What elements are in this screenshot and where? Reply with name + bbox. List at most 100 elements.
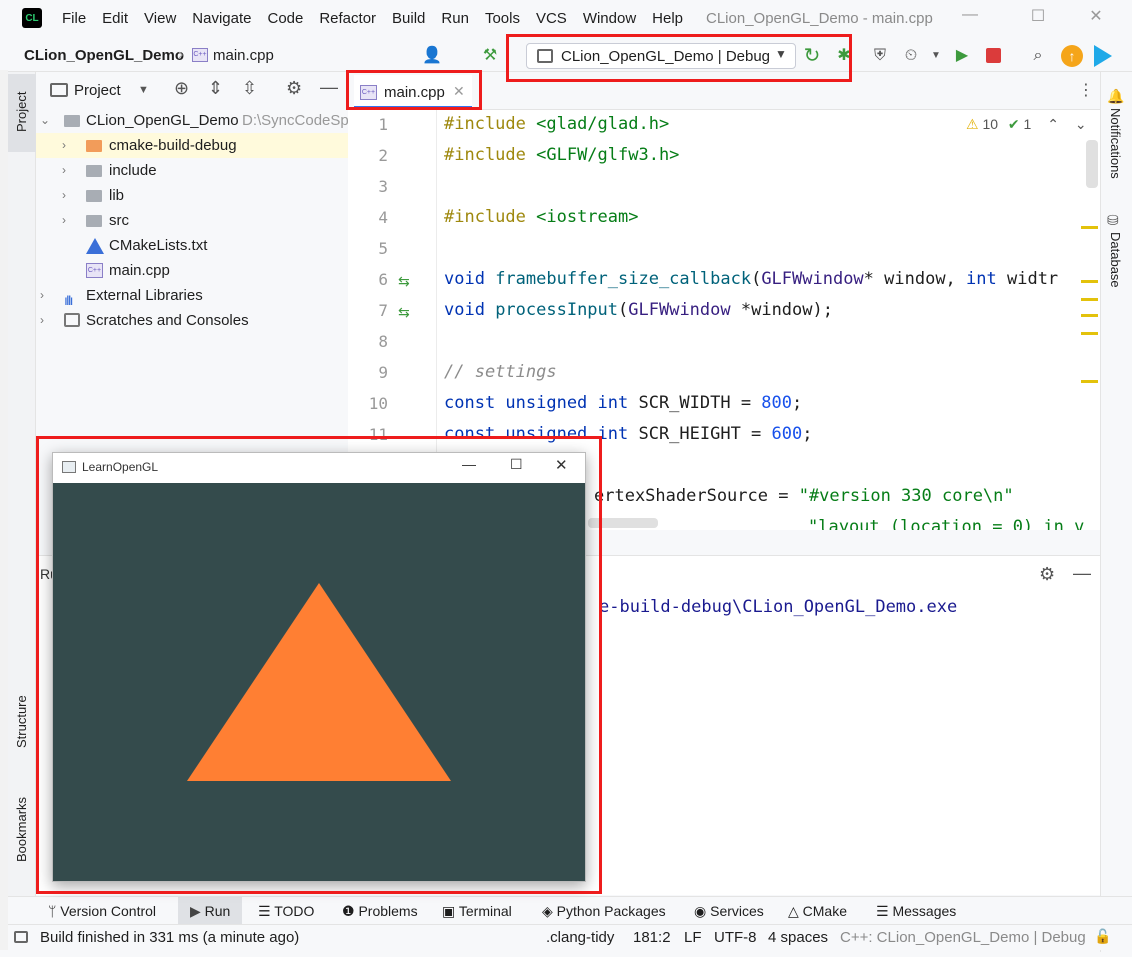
hide-panel-icon[interactable]: — (320, 77, 338, 98)
tab-todo[interactable]: ☰ TODO (258, 903, 314, 920)
tab-problems[interactable]: ❶ Problems (342, 903, 418, 920)
status-encoding[interactable]: UTF-8 (714, 929, 757, 946)
implementation-gutter-icon[interactable]: ⇆ (398, 273, 410, 290)
tree-item-scratches[interactable]: › Scratches and Consoles (36, 308, 348, 333)
chevron-right-icon[interactable]: › (62, 208, 74, 233)
locate-icon[interactable]: ⊕ (174, 78, 189, 99)
run-config-selector[interactable]: CLion_OpenGL_Demo | Debug ▼ (526, 43, 796, 69)
menu-navigate[interactable]: Navigate (192, 10, 259, 27)
implementation-gutter-icon[interactable]: ⇆ (398, 304, 410, 321)
gl-minimize-icon[interactable]: — (462, 456, 476, 472)
menu-edit[interactable]: Edit (102, 10, 136, 27)
structure-tool-label[interactable]: Structure (14, 695, 29, 748)
tree-item-root[interactable]: ⌄ CLion_OpenGL_Demo D:\SyncCodeSp (36, 108, 349, 133)
run-settings-gear-icon[interactable]: ⚙ (1039, 564, 1055, 585)
learnopengl-window[interactable]: LearnOpenGL — ☐ ✕ (52, 452, 586, 882)
project-panel-title[interactable]: Project (74, 82, 121, 99)
warning-marker[interactable] (1081, 380, 1098, 383)
status-line-ending[interactable]: LF (684, 929, 702, 946)
update-icon[interactable]: ↑ (1061, 45, 1083, 67)
rerun-icon[interactable]: ↻ (802, 46, 822, 66)
vertical-scrollbar[interactable] (1086, 140, 1098, 188)
debug-bug-icon[interactable]: ✱ (834, 46, 854, 66)
warning-marker[interactable] (1081, 280, 1098, 283)
menu-code[interactable]: Code (267, 10, 311, 27)
collapse-all-icon[interactable]: ⇳ (242, 78, 257, 99)
tree-item-include[interactable]: › include (36, 158, 348, 183)
warning-marker[interactable] (1081, 314, 1098, 317)
database-tool-label[interactable]: Database (1108, 232, 1123, 288)
notifications-tool-label[interactable]: Notifications (1108, 108, 1123, 179)
gl-close-icon[interactable]: ✕ (555, 456, 568, 474)
warning-marker[interactable] (1081, 332, 1098, 335)
profile-icon[interactable]: ⏲ (901, 46, 921, 66)
status-indent[interactable]: 4 spaces (768, 929, 828, 946)
menu-build[interactable]: Build (392, 10, 433, 27)
menu-window[interactable]: Window (583, 10, 644, 27)
tree-item-cmakelists[interactable]: CMakeLists.txt (36, 233, 348, 258)
menu-vcs[interactable]: VCS (536, 10, 575, 27)
tab-main-cpp[interactable]: C++ main.cpp ✕ (354, 75, 472, 109)
menu-file[interactable]: File (62, 10, 94, 27)
tree-item-main-cpp[interactable]: C++ main.cpp (36, 258, 348, 283)
bookmarks-tool-label[interactable]: Bookmarks (14, 797, 29, 862)
breadcrumb-project[interactable]: CLion_OpenGL_Demo (24, 47, 184, 64)
close-tab-icon[interactable]: ✕ (453, 83, 465, 100)
previous-highlight-icon[interactable]: ⌃ (1047, 116, 1059, 132)
tree-item-src[interactable]: › src (36, 208, 348, 233)
maximize-icon[interactable]: ☐ (1024, 6, 1052, 30)
opengl-canvas[interactable] (53, 483, 585, 881)
tree-item-external-libraries[interactable]: › ıIIı External Libraries (36, 283, 348, 308)
lock-icon[interactable]: 🔓 (1094, 928, 1111, 945)
project-dropdown-icon[interactable]: ▼ (138, 84, 149, 96)
tab-python-packages[interactable]: ◈ Python Packages (542, 903, 666, 920)
user-icon[interactable]: 👤 (422, 46, 442, 66)
search-icon[interactable]: ⌕ (1028, 46, 1048, 66)
chevron-right-icon[interactable]: › (40, 283, 52, 308)
close-icon[interactable]: ✕ (1082, 6, 1110, 30)
chevron-down-icon[interactable]: ⌄ (40, 108, 52, 133)
minimize-icon[interactable]: — (956, 6, 984, 30)
toggle-tool-windows-icon[interactable] (14, 931, 28, 943)
menu-view[interactable]: View (144, 10, 184, 27)
tree-item-cmake-build-debug[interactable]: › cmake-build-debug (36, 133, 348, 158)
menu-help[interactable]: Help (652, 10, 691, 27)
next-highlight-icon[interactable]: ⌄ (1075, 116, 1087, 132)
stop-icon[interactable] (986, 48, 1001, 63)
chevron-right-icon[interactable]: › (62, 158, 74, 183)
jetbrains-toolbox-icon[interactable] (1094, 45, 1112, 67)
more-options-icon[interactable]: ⋮ (1078, 80, 1094, 100)
more-run-dropdown-icon[interactable]: ▼ (926, 46, 946, 66)
tab-messages[interactable]: ☰ Messages (876, 903, 956, 920)
status-caret-position[interactable]: 181:2 (633, 929, 671, 946)
tab-cmake[interactable]: △ CMake (788, 903, 847, 920)
chevron-right-icon[interactable]: › (62, 133, 74, 158)
warning-marker[interactable] (1081, 298, 1098, 301)
bottom-tool-tabs: ᛘ Version Control ▶ Run ☰ TODO ❶ Problem… (8, 896, 1132, 925)
chevron-right-icon[interactable]: › (62, 183, 74, 208)
tree-item-lib[interactable]: › lib (36, 183, 348, 208)
run-hide-icon[interactable]: — (1073, 563, 1091, 584)
menu-run[interactable]: Run (441, 10, 477, 27)
status-linter[interactable]: .clang-tidy (546, 929, 614, 946)
tab-version-control[interactable]: ᛘ Version Control (48, 903, 156, 919)
chevron-right-icon[interactable]: › (40, 308, 52, 333)
settings-gear-icon[interactable]: ⚙ (286, 78, 302, 99)
menu-refactor[interactable]: Refactor (319, 10, 384, 27)
attach-icon[interactable]: ▶ (952, 46, 972, 66)
coverage-icon[interactable]: ⛨ (870, 46, 890, 66)
menu-tools[interactable]: Tools (485, 10, 528, 27)
tab-run[interactable]: ▶ Run (190, 903, 230, 920)
expand-all-icon[interactable]: ⇕ (208, 78, 223, 99)
horizontal-scrollbar[interactable] (588, 518, 658, 528)
build-hammer-icon[interactable]: ⚒ (480, 46, 500, 66)
inspection-widget[interactable]: ⚠ 10 ✔ 1 ⌃ ⌄ (966, 116, 1087, 133)
tab-terminal[interactable]: ▣ Terminal (442, 903, 512, 920)
warning-marker[interactable] (1081, 226, 1098, 229)
line-number: 3 (378, 177, 388, 196)
breadcrumb-file[interactable]: main.cpp (213, 47, 274, 64)
status-message[interactable]: Build finished in 331 ms (a minute ago) (40, 929, 299, 946)
tab-services[interactable]: ◉ Services (694, 903, 764, 920)
status-context[interactable]: C++: CLion_OpenGL_Demo | Debug (840, 929, 1086, 946)
gl-maximize-icon[interactable]: ☐ (510, 456, 523, 473)
